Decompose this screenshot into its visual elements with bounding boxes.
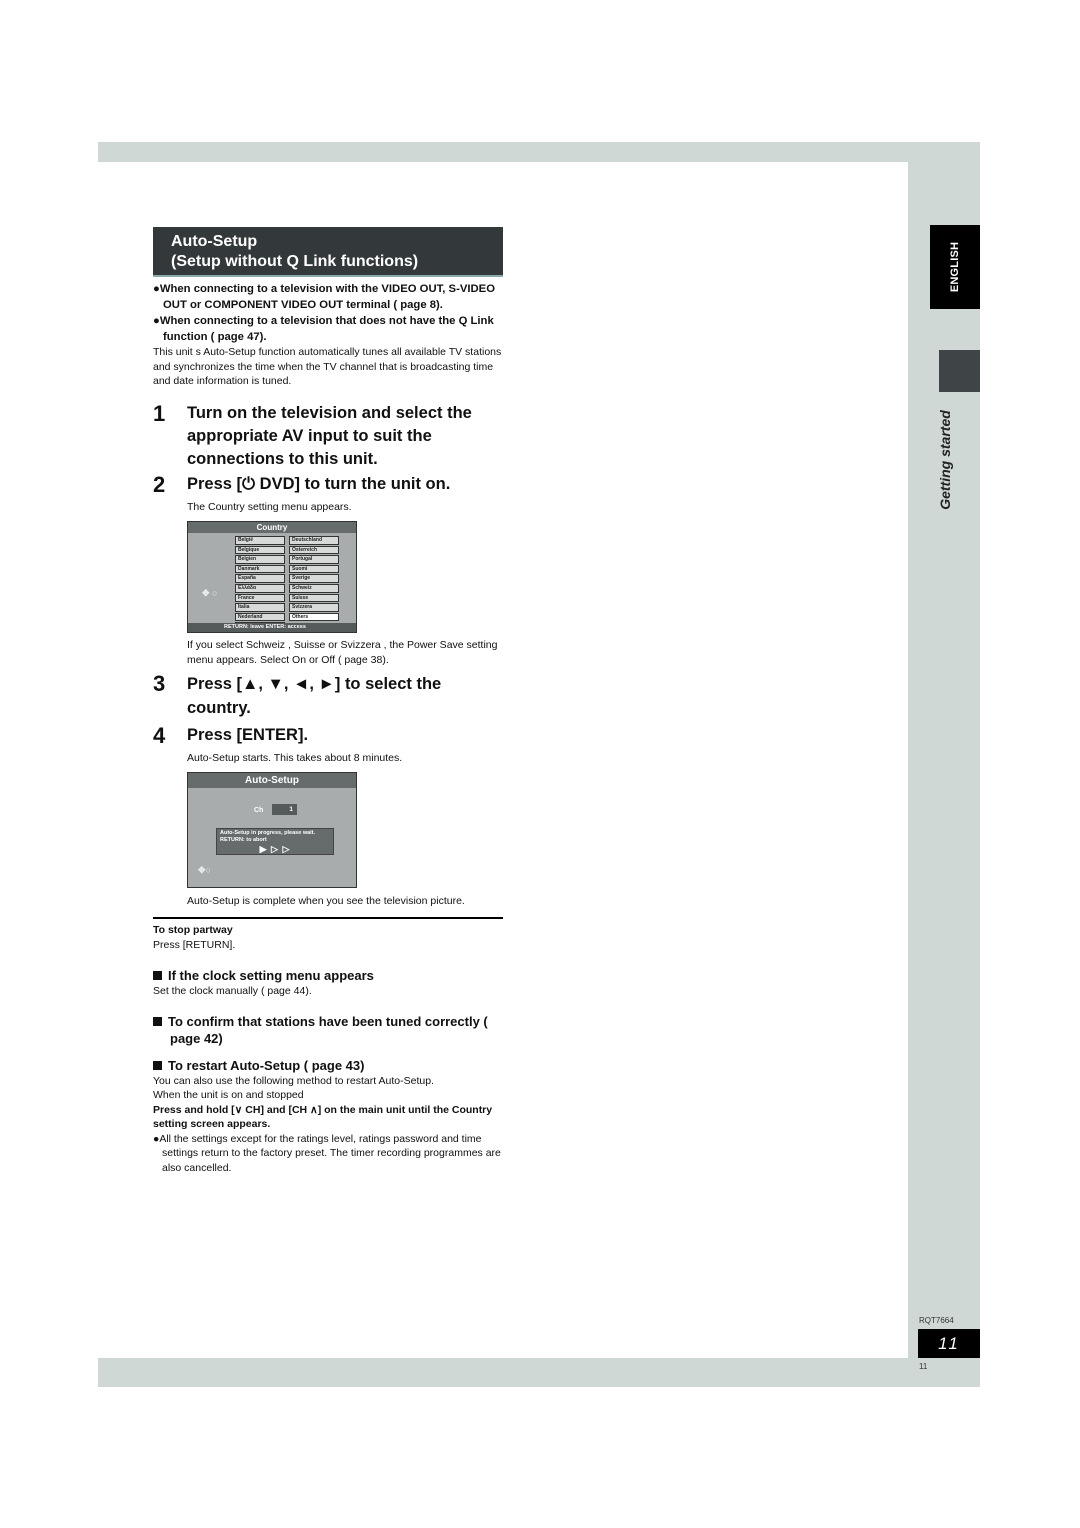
country-option[interactable]: Nederland [235,612,285,622]
stop-heading: To stop partway [153,924,233,936]
square-bullet-icon [153,971,162,980]
auto-setup-screen: Auto-Setup Ch 1 Auto-Setup in progress, … [187,771,357,888]
step-text: Press [⏻ DVD] to turn the unit on. [187,474,451,493]
country-option-selected[interactable]: Others [289,612,339,622]
country-menu-footer: RETURN: leave ENTER: access [188,623,356,632]
country-option[interactable]: España [235,574,285,583]
country-menu-title: Country [188,522,356,533]
return-enter-hint: RETURN: leave ENTER: access [224,624,306,630]
condition-bullet: ●When connecting to a television that do… [153,315,494,343]
auto-setup-screen-title: Auto-Setup [188,772,356,788]
country-option[interactable]: Suisse [289,593,339,603]
condition-bullet: ●When connecting to a television with th… [153,283,495,311]
country-option[interactable]: Schweiz [289,583,339,593]
intro-text: This unit s Auto-Setup function automati… [153,346,502,387]
country-option[interactable]: Deutschland [289,536,339,545]
restart-bullet: ●All the settings except for the ratings… [153,1132,501,1174]
country-menu-screen: Country België Belgique Belgien Danmark … [187,521,357,633]
step-4-note: Auto-Setup starts. This takes about 8 mi… [187,752,403,764]
side-margin-band [908,142,980,1358]
stop-text: Press [RETURN]. [153,938,236,951]
restart-instruction: Press and hold [∨ CH] and [CH ∧] on the … [153,1103,493,1131]
step-text: Press [▲, ▼, ◄, ►] to select the country… [187,675,442,717]
page-number-small: 11 [919,1362,928,1371]
step-2: 2 Press [⏻ DVD] to turn the unit on. [153,471,503,497]
country-option[interactable]: Sverige [289,574,339,583]
progress-message: Auto-Setup in progress, please wait. [220,829,316,836]
step-number: 3 [153,671,166,696]
section-subtitle: (Setup without Q Link functions) [171,253,419,270]
country-option[interactable]: Svizzera [289,603,339,612]
confirm-section: To confirm that stations have been tuned… [153,1013,503,1047]
restart-section: To restart Auto-Setup ( page 43) You can… [153,1057,503,1176]
language-tab: ENGLISH [930,225,980,309]
completion-note: Auto-Setup is complete when you see the … [187,894,465,907]
square-bullet-icon [153,1060,162,1070]
channel-value: 1 [272,803,297,815]
language-tab-label: ENGLISH [949,241,962,293]
navigation-pad-icon: ✥○ [198,864,211,875]
country-option[interactable]: Italia [235,603,285,612]
square-bullet-icon [153,1016,162,1026]
top-decorative-band [98,142,980,162]
divider [153,917,503,919]
step-number: 1 [153,400,166,426]
country-option[interactable]: Ελλάδα [235,583,285,593]
progress-arrows-icon: ▶ ▷ ▷ [259,843,291,854]
country-option[interactable]: Portugal [289,555,339,564]
confirm-heading: To confirm that stations have been tuned… [168,1013,488,1046]
page-number-box: 11 [918,1329,980,1358]
bottom-decorative-band [98,1358,980,1387]
step-number: 2 [153,471,166,497]
abort-hint: RETURN: to abort [220,836,267,843]
clock-text: Set the clock manually ( page 44). [153,985,312,997]
section-heading: Auto-Setup (Setup without Q Link functio… [153,227,503,277]
country-option[interactable]: Österreich [289,545,339,555]
country-option[interactable]: Danmark [235,564,285,574]
step-text: Press [ENTER]. [187,726,309,744]
navigation-pad-icon: ✥ ○ [202,588,218,598]
country-list-right: Deutschland Österreich Portugal Suomi Sv… [289,536,339,622]
country-list-left: België Belgique Belgien Danmark España Ε… [235,536,285,632]
section-label: Getting started [928,400,962,520]
section-title: Auto-Setup [171,233,258,250]
main-column: Auto-Setup (Setup without Q Link functio… [153,227,503,1175]
section-marker [939,350,980,392]
channel-label: Ch [254,806,264,814]
restart-heading: To restart Auto-Setup ( page 43) [168,1057,365,1073]
progress-message-box: Auto-Setup in progress, please wait. RET… [216,827,334,855]
step-2-note: The Country setting menu appears. [187,500,352,513]
step-number: 4 [153,723,166,748]
country-option[interactable]: Belgique [235,545,285,555]
step-text: Turn on the television and select the ap… [187,403,472,468]
clock-heading: If the clock setting menu appears [168,968,374,983]
document-code: RQT7664 [919,1316,954,1325]
clock-section: If the clock setting menu appears Set th… [153,967,503,999]
restart-line2: When the unit is on and stopped [153,1089,304,1101]
step-4: 4 Press [ENTER]. [153,724,503,748]
step-3: 3 Press [▲, ▼, ◄, ►] to select the count… [153,672,503,720]
country-option[interactable]: Belgien [235,555,285,564]
restart-line1: You can also use the following method to… [153,1074,434,1087]
country-option[interactable]: France [235,593,285,603]
section-label-text: Getting started [937,410,954,510]
country-option[interactable]: Suomi [289,564,339,574]
country-note: If you select Schweiz , Suisse or Svizze… [187,639,498,666]
country-option[interactable]: België [235,536,285,545]
step-1: 1 Turn on the television and select the … [153,400,503,471]
